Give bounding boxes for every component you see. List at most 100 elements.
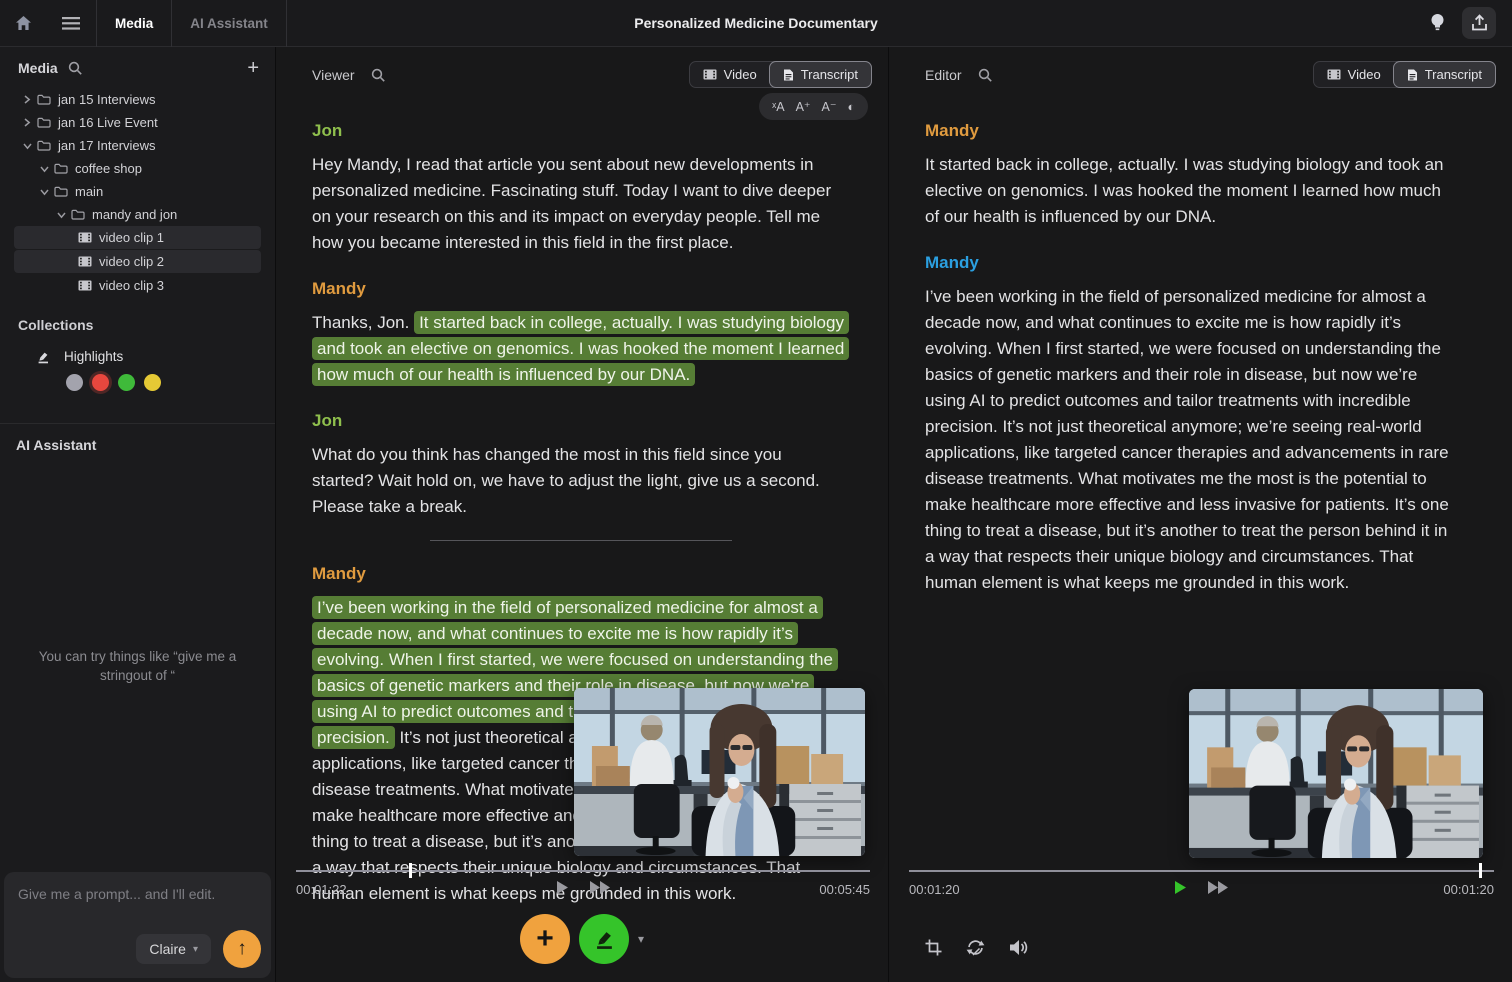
menu-icon[interactable]	[46, 17, 96, 30]
transcript-paragraph[interactable]: It started back in college, actually. I …	[925, 152, 1458, 230]
tree-item-clip[interactable]: video clip 3	[14, 274, 261, 297]
fast-forward-icon[interactable]	[1205, 878, 1231, 897]
editor-video-thumbnail[interactable]	[1189, 689, 1483, 858]
send-prompt-button[interactable]: ↑	[223, 930, 261, 968]
highlight-dot-red[interactable]	[92, 374, 109, 391]
editor-title: Editor	[925, 67, 962, 83]
tree-item-folder[interactable]: coffee shop	[14, 157, 261, 180]
tree-item-label: video clip 2	[99, 254, 164, 269]
media-pane-title: Media	[18, 60, 58, 76]
highlights-collection[interactable]: Highlights	[18, 349, 257, 364]
tree-item-label: jan 17 Interviews	[58, 138, 156, 153]
ai-assistant-section: AI Assistant You can try things like “gi…	[0, 423, 275, 982]
transcript-tab-label: Transcript	[1425, 67, 1482, 82]
transcript-paragraph[interactable]: I’ve been working in the field of person…	[925, 284, 1458, 596]
tree-item-clip[interactable]: video clip 1	[14, 226, 261, 249]
highlight-button[interactable]	[579, 914, 629, 964]
chevron-down-icon[interactable]	[37, 165, 51, 173]
transcript-paragraph[interactable]: Hey Mandy, I read that article you sent …	[312, 152, 845, 256]
marker-icon	[593, 928, 615, 950]
replace-icon[interactable]	[966, 939, 985, 956]
highlight-options-caret[interactable]: ▾	[638, 932, 644, 946]
speaker-label: Mandy	[925, 250, 1464, 276]
home-icon[interactable]	[0, 15, 46, 31]
prompt-box: Claire ▾ ↑	[4, 872, 271, 978]
tree-item-folder[interactable]: jan 16 Live Event	[14, 111, 261, 134]
media-tree: jan 15 Interviews jan 16 Live Event jan …	[0, 86, 275, 299]
editor-timeline-scrubber[interactable]	[909, 870, 1494, 872]
play-icon[interactable]	[1172, 878, 1189, 897]
speaker-label: Mandy	[312, 276, 851, 302]
filmstrip-icon	[1327, 69, 1341, 80]
tree-item-folder[interactable]: main	[14, 180, 261, 203]
filmstrip-icon	[703, 69, 717, 80]
document-icon	[783, 69, 794, 81]
tree-item-label: jan 16 Live Event	[58, 115, 158, 130]
crop-icon[interactable]	[925, 939, 942, 956]
viewer-transcript-tab[interactable]: Transcript	[770, 62, 871, 87]
viewer-search-icon[interactable]	[371, 68, 385, 82]
scene-divider	[430, 540, 732, 541]
play-icon[interactable]	[554, 878, 571, 897]
viewer-view-toggle: Video Transcript	[689, 61, 872, 88]
editor-search-icon[interactable]	[978, 68, 992, 82]
top-bar: Media AI Assistant Personalized Medicine…	[0, 0, 1512, 47]
transcript-paragraph[interactable]: Thanks, Jon. It started back in college,…	[312, 310, 845, 388]
editor-panel: Editor Video Transcript Mandy It started…	[889, 47, 1512, 982]
viewer-playhead[interactable]	[409, 863, 412, 878]
prompt-input[interactable]	[4, 872, 271, 930]
lightbulb-icon[interactable]	[1420, 7, 1454, 39]
tab-media[interactable]: Media	[97, 0, 171, 47]
font-increase-icon[interactable]: A⁺	[796, 99, 811, 114]
speaker-label: Mandy	[312, 561, 851, 587]
folder-icon	[37, 140, 51, 151]
tree-item-label: coffee shop	[75, 161, 142, 176]
viewer-title: Viewer	[312, 67, 355, 83]
font-decrease-icon[interactable]: A⁻	[822, 99, 837, 114]
chevron-down-icon[interactable]	[20, 142, 34, 150]
add-to-timeline-button[interactable]: +	[520, 914, 570, 964]
collections-title: Collections	[18, 317, 257, 333]
video-tab-label: Video	[724, 67, 757, 82]
translate-icon[interactable]: ˣA	[772, 100, 784, 114]
media-search-icon[interactable]	[68, 61, 82, 75]
fast-forward-icon[interactable]	[587, 878, 613, 897]
contrast-icon[interactable]: ◐	[847, 100, 855, 114]
tree-item-folder[interactable]: jan 17 Interviews	[14, 134, 261, 157]
viewer-video-tab[interactable]: Video	[690, 62, 770, 87]
tree-item-folder[interactable]: jan 15 Interviews	[14, 88, 261, 111]
chevron-down-icon[interactable]	[54, 211, 68, 219]
tree-item-folder[interactable]: mandy and jon	[14, 203, 261, 226]
chevron-right-icon[interactable]	[20, 118, 34, 127]
speaker-label: Jon	[312, 118, 851, 144]
speaker-label: Mandy	[925, 118, 1464, 144]
sidebar: Media + jan 15 Interviews jan 16 Live Ev…	[0, 47, 276, 982]
volume-icon[interactable]	[1009, 939, 1028, 956]
video-tab-label: Video	[1348, 67, 1381, 82]
chevron-right-icon[interactable]	[20, 95, 34, 104]
viewer-timeline-scrubber[interactable]	[296, 870, 870, 872]
editor-playhead[interactable]	[1479, 863, 1482, 878]
transcript-tab-label: Transcript	[801, 67, 858, 82]
divider	[286, 0, 287, 47]
filmstrip-icon	[78, 232, 92, 243]
tree-item-clip[interactable]: video clip 2	[14, 250, 261, 273]
filmstrip-icon	[78, 256, 92, 267]
chevron-down-icon[interactable]	[37, 188, 51, 196]
filmstrip-icon	[78, 280, 92, 291]
add-media-icon[interactable]: +	[247, 61, 259, 75]
voice-select-button[interactable]: Claire ▾	[136, 934, 211, 964]
editor-video-tab[interactable]: Video	[1314, 62, 1394, 87]
viewer-video-thumbnail[interactable]	[574, 688, 865, 856]
caret-down-icon: ▾	[193, 944, 198, 955]
editor-transcript-tab[interactable]: Transcript	[1394, 62, 1495, 87]
editor-transport: 00:01:20 00:01:20	[909, 870, 1494, 982]
tab-ai-assistant[interactable]: AI Assistant	[172, 0, 286, 47]
highlight-dot-yellow[interactable]	[144, 374, 161, 391]
highlight-dot-gray[interactable]	[66, 374, 83, 391]
transcript-paragraph[interactable]: What do you think has changed the most i…	[312, 442, 845, 520]
export-icon[interactable]	[1462, 7, 1496, 39]
highlight-dot-green[interactable]	[118, 374, 135, 391]
tree-item-label: video clip 1	[99, 230, 164, 245]
folder-icon	[71, 209, 85, 220]
